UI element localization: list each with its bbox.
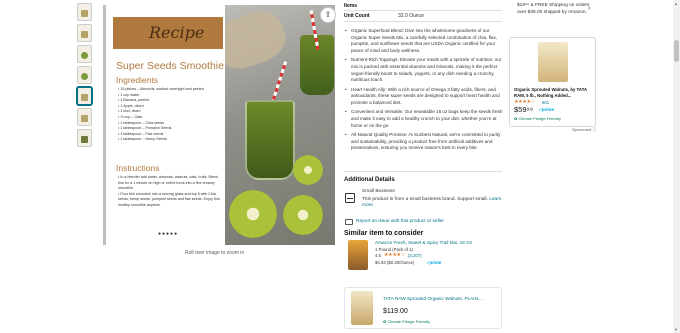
instruction-item: Pour this smoothie into a serving glass … — [118, 192, 220, 209]
climate-pledge-badge[interactable]: ✿ Climate Pledge Friendly — [383, 319, 430, 324]
recipe-title: Super Seeds Smoothie — [116, 60, 224, 72]
climate-pledge-badge[interactable]: ✿ Climate Pledge Friendly — [514, 116, 561, 121]
instruction-item: In a blender add water, almonds, walnuts… — [118, 175, 220, 192]
ingredient-item: 1 tablespoon – Hemp Seeds — [118, 137, 220, 143]
small-business-icon — [345, 193, 355, 203]
instructions-list: In a blender add water, almonds, walnuts… — [118, 175, 220, 209]
report-icon — [345, 219, 353, 225]
rating-value: 4.5 — [375, 253, 381, 258]
thumbnail-2[interactable] — [77, 24, 92, 42]
product-thumbnail[interactable] — [351, 291, 373, 325]
similar-items-heading: Similar item to consider — [344, 230, 424, 237]
small-business-title: Small Business — [362, 189, 395, 194]
product-thumbnail[interactable] — [348, 240, 368, 270]
thumbnail-strip — [77, 3, 93, 150]
review-count[interactable]: (3,207) — [408, 253, 422, 258]
recipe-script-title: Recipe — [149, 23, 205, 42]
thumbnail-6[interactable] — [77, 108, 92, 126]
thumbnail-5-selected[interactable] — [77, 87, 92, 105]
scroll-up-icon[interactable]: ▲ — [674, 1, 678, 6]
thumbnail-7[interactable] — [77, 129, 92, 147]
recipe-card: Recipe Super Seeds Smoothie Ingredients … — [103, 5, 225, 245]
ingredients-heading: Ingredients — [116, 75, 159, 85]
prime-badge: ✓prime — [538, 107, 555, 112]
similar-item-card[interactable]: Amazon Fresh, Sweet & Spicy Trail Mix, 1… — [344, 238, 502, 278]
similar-item-price: $119.00 — [383, 308, 408, 315]
feature-bullet: Organic Superfood Blend: Dive into the w… — [344, 28, 504, 55]
recipe-banner: Recipe — [113, 17, 223, 49]
ad-product-image[interactable] — [538, 42, 568, 82]
additional-details-heading: Additional Details — [344, 177, 395, 183]
rollover-zoom-hint: Roll over image to zoom in — [185, 250, 245, 256]
scrollbar[interactable]: ▲ ▼ — [673, 0, 680, 333]
scroll-down-icon[interactable]: ▼ — [674, 327, 678, 332]
ad-price: $59⁹⁹ — [514, 105, 533, 114]
unit-count-label: Unit Count — [344, 13, 370, 19]
divider — [344, 21, 502, 22]
thumbnail-1[interactable] — [77, 3, 92, 21]
items-label: Items — [344, 3, 358, 9]
ad-product-title[interactable]: Organic Sprouted Walnuts, by TATA RAW, 5… — [514, 87, 594, 98]
thumbnail-3[interactable] — [77, 45, 92, 63]
similar-item-title[interactable]: Amazon Fresh, Sweet & Spicy Trail Mix, 1… — [375, 240, 495, 245]
divider — [344, 10, 502, 11]
scrollbar-thumb[interactable] — [674, 40, 679, 62]
feature-bullet: Convenient and Versatile: Our resealable… — [344, 109, 504, 129]
star-rating-icon[interactable]: ★★★★☆ — [384, 252, 405, 258]
review-count[interactable]: 501 — [542, 100, 549, 105]
divider — [344, 171, 502, 172]
sponsored-ad-card[interactable]: Organic Sprouted Walnuts, by TATA RAW, 5… — [509, 37, 596, 127]
prime-badge: ✓prime — [426, 260, 442, 265]
similar-item-price: $4.93 ($0.30/Ounce) — [375, 260, 415, 265]
feature-bullets: Organic Superfood Blend: Dive into the w… — [344, 28, 504, 154]
shipping-info: $19⁹⁹ & FREE Shipping on orders over $35… — [517, 3, 590, 15]
small-business-text: This product is from a small business br… — [362, 197, 502, 209]
report-issue-link[interactable]: Report an issue with this product or sel… — [356, 219, 444, 224]
small-business-description: This product is from a small business br… — [362, 197, 488, 202]
feature-bullet: Heart Health Ally: With a rich source of… — [344, 87, 504, 107]
unit-count-value: 32.0 Ounce — [398, 13, 424, 19]
share-icon[interactable]: ⇪ — [320, 7, 336, 23]
feature-bullet: All-Natural Quality Promise: At Sunbest … — [344, 132, 504, 152]
feature-bullet: Nutrient-Rich Toppings: Elevate your mea… — [344, 57, 504, 84]
chevron-right-icon[interactable]: › — [588, 5, 590, 12]
smoothie-photo — [225, 5, 335, 245]
ingredients-list: 15 pieces – Almonds, soaked overnight an… — [118, 87, 220, 143]
sponsored-label[interactable]: Sponsored ⓘ — [572, 127, 596, 133]
similar-item-card[interactable]: TATA RAW Sprouted Organic Walnuts, PLAIN… — [344, 287, 502, 329]
similar-item-title[interactable]: TATA RAW Sprouted Organic Walnuts, PLAIN… — [383, 296, 503, 301]
recipe-dots: ●●●●● — [158, 231, 179, 237]
main-product-image[interactable]: Recipe Super Seeds Smoothie Ingredients … — [103, 5, 336, 245]
instructions-heading: Instructions — [116, 163, 160, 173]
thumbnail-4[interactable] — [77, 66, 92, 84]
